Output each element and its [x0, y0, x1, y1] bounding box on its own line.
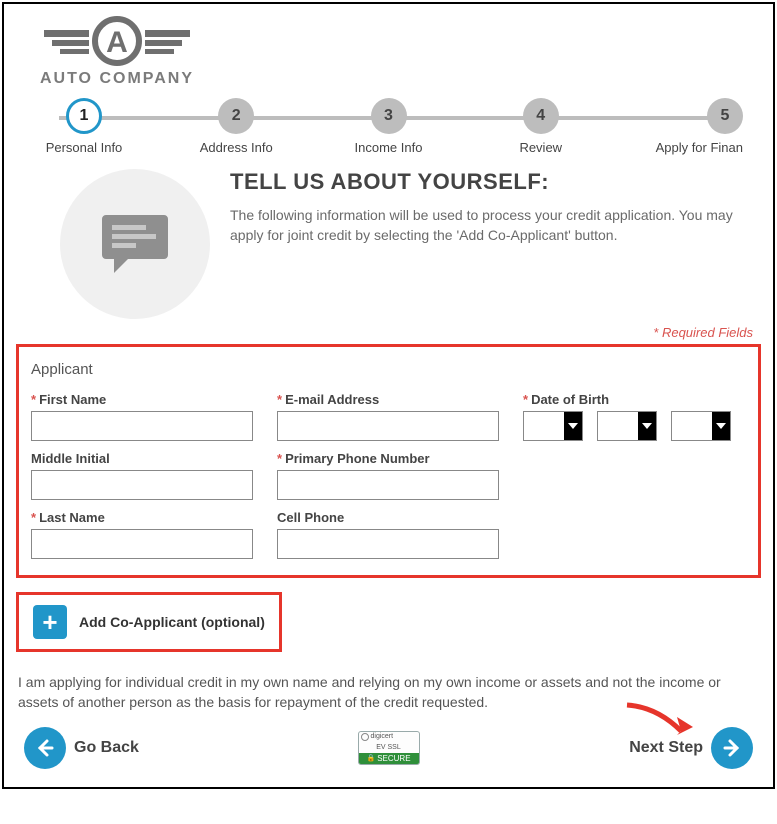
step-1[interactable]: 1 Personal Info [34, 98, 134, 155]
next-step-label: Next Step [629, 739, 703, 757]
step-5[interactable]: 5 Apply for Finan [643, 98, 743, 155]
dob-field: *Date of Birth [523, 392, 745, 441]
go-back-label: Go Back [74, 739, 139, 757]
middle-initial-input[interactable] [31, 470, 253, 500]
plus-icon [33, 605, 67, 639]
first-name-label: *First Name [31, 392, 253, 407]
first-name-input[interactable] [31, 411, 253, 441]
step-circle: 2 [218, 98, 254, 134]
add-coapplicant-label: Add Co-Applicant (optional) [79, 614, 265, 630]
add-coapplicant-button[interactable]: Add Co-Applicant (optional) [16, 592, 282, 652]
intro-icon-circle [60, 169, 210, 319]
email-field: *E-mail Address [277, 392, 499, 441]
svg-text:A: A [106, 26, 128, 59]
primary-phone-field: *Primary Phone Number [277, 451, 499, 500]
first-name-field: *First Name [31, 392, 253, 441]
step-2[interactable]: 2 Address Info [186, 98, 286, 155]
last-name-label: *Last Name [31, 510, 253, 525]
step-circle: 5 [707, 98, 743, 134]
middle-initial-field: Middle Initial [31, 451, 253, 500]
step-label: Review [519, 140, 562, 155]
chevron-down-icon [564, 412, 582, 440]
dob-day-select[interactable] [597, 411, 657, 441]
chevron-down-icon [638, 412, 656, 440]
middle-initial-label: Middle Initial [31, 451, 253, 466]
step-3[interactable]: 3 Income Info [339, 98, 439, 155]
progress-stepper: 1 Personal Info 2 Address Info 3 Income … [14, 98, 763, 155]
step-circle: 3 [371, 98, 407, 134]
applicant-form-section: Applicant *First Name Middle Initial *La… [16, 344, 761, 578]
page-description: The following information will be used t… [230, 205, 757, 246]
last-name-field: *Last Name [31, 510, 253, 559]
step-circle: 4 [523, 98, 559, 134]
brand-logo: A AUTO COMPANY [22, 16, 212, 88]
step-label: Apply for Finan [656, 140, 743, 155]
intro-section: TELL US ABOUT YOURSELF: The following in… [14, 169, 763, 319]
arrow-right-icon [711, 727, 753, 769]
footer-nav: Go Back digicert EV SSL SECURE Next Step [14, 727, 763, 773]
dob-month-select[interactable] [523, 411, 583, 441]
logo-wings-icon: A [42, 16, 192, 66]
email-label: *E-mail Address [277, 392, 499, 407]
dob-label: *Date of Birth [523, 392, 745, 407]
cell-phone-field: Cell Phone [277, 510, 499, 559]
primary-phone-input[interactable] [277, 470, 499, 500]
seal-brand: digicert [359, 732, 419, 742]
seal-line2: EV SSL [359, 744, 419, 751]
speech-bubble-icon [100, 213, 170, 275]
step-label: Personal Info [46, 140, 123, 155]
credit-disclosure-text: I am applying for individual credit in m… [18, 672, 759, 713]
security-seal[interactable]: digicert EV SSL SECURE [358, 731, 420, 765]
chevron-down-icon [712, 412, 730, 440]
step-circle: 1 [66, 98, 102, 134]
dob-year-select[interactable] [671, 411, 731, 441]
step-label: Income Info [355, 140, 423, 155]
applicant-section-title: Applicant [31, 361, 746, 378]
required-fields-note: * Required Fields [14, 325, 753, 340]
go-back-button[interactable]: Go Back [24, 727, 139, 769]
last-name-input[interactable] [31, 529, 253, 559]
arrow-left-icon [24, 727, 66, 769]
page-heading: TELL US ABOUT YOURSELF: [230, 169, 757, 195]
step-4[interactable]: 4 Review [491, 98, 591, 155]
primary-phone-label: *Primary Phone Number [277, 451, 499, 466]
seal-secure: SECURE [359, 753, 419, 764]
brand-name: AUTO COMPANY [40, 70, 194, 88]
email-input[interactable] [277, 411, 499, 441]
cell-phone-input[interactable] [277, 529, 499, 559]
cell-phone-label: Cell Phone [277, 510, 499, 525]
step-label: Address Info [200, 140, 273, 155]
next-step-button[interactable]: Next Step [629, 727, 753, 769]
